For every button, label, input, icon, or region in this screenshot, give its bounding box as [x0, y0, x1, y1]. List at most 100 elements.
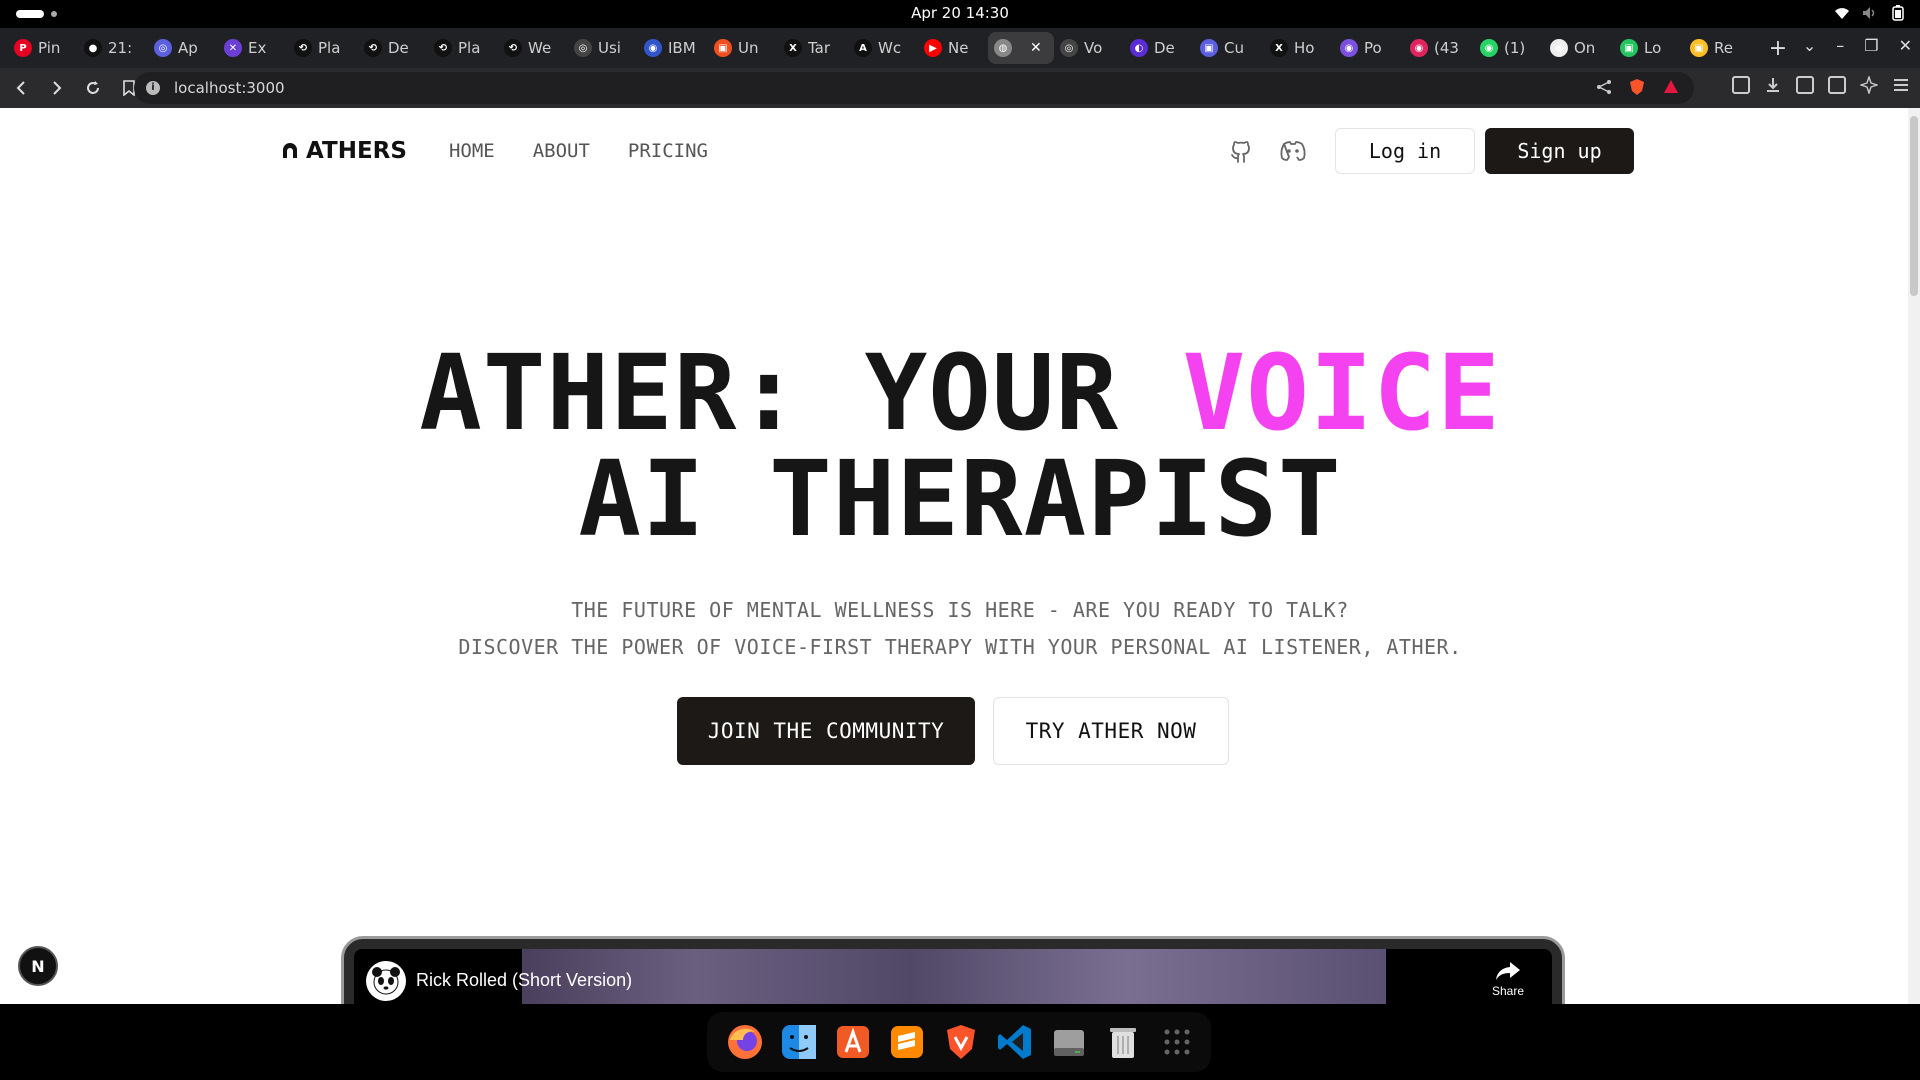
brave-shield-icon[interactable] — [1628, 78, 1646, 100]
system-tray[interactable] — [1834, 5, 1906, 21]
tab-favicon-icon: ◉ — [644, 39, 662, 57]
browser-tab[interactable]: ◎ Ap — [148, 32, 218, 64]
firefox-icon[interactable] — [723, 1020, 767, 1064]
close-tab-icon[interactable]: ✕ — [1030, 40, 1042, 56]
tab-favicon-icon: ▣ — [1200, 39, 1218, 57]
page-scrollbar[interactable] — [1908, 108, 1920, 1004]
trash-icon[interactable] — [1101, 1020, 1145, 1064]
sublime-icon[interactable] — [885, 1020, 929, 1064]
wallet-icon[interactable] — [1828, 76, 1846, 98]
close-window-icon[interactable]: ✕ — [1899, 36, 1912, 55]
browser-tab[interactable]: ▣ Re — [1684, 32, 1754, 64]
browser-tab[interactable]: ▶ Ne — [918, 32, 988, 64]
hero-sub-line2: DISCOVER THE POWER OF VOICE-FIRST THERAP… — [458, 635, 1462, 659]
browser-tab[interactable]: ▣ Lo — [1614, 32, 1684, 64]
browser-tab[interactable]: ⟲ Pla — [288, 32, 358, 64]
wifi-icon[interactable] — [1834, 5, 1850, 21]
tab-favicon-icon: ▣ — [714, 39, 732, 57]
login-button[interactable]: Log in — [1335, 128, 1475, 174]
tab-title: Vo — [1084, 39, 1103, 57]
browser-tab[interactable]: ◉ Po — [1334, 32, 1404, 64]
brand-logo[interactable]: ATHERS — [280, 138, 407, 164]
show-apps-icon[interactable] — [1155, 1020, 1199, 1064]
window-controls: ⌄ – ❐ ✕ — [1803, 36, 1912, 55]
tab-title: Ap — [178, 39, 198, 57]
hero-title: ATHER: YOUR VOICE AI THERAPIST — [0, 340, 1920, 552]
browser-tab[interactable]: ◍ ✕ — [988, 32, 1054, 64]
nav-about[interactable]: ABOUT — [533, 140, 590, 162]
sidebar-icon[interactable] — [1796, 76, 1814, 98]
github-icon[interactable] — [1221, 131, 1261, 171]
tab-favicon-icon: ◉ — [1340, 39, 1358, 57]
scrollbar-thumb[interactable] — [1910, 116, 1918, 296]
brave-rewards-icon[interactable] — [1662, 78, 1680, 100]
browser-tab[interactable]: ✕ Ex — [218, 32, 288, 64]
browser-tab[interactable]: ◉ On — [1544, 32, 1614, 64]
browser-tab[interactable]: ⟲ We — [498, 32, 568, 64]
tab-title: Usi — [598, 39, 621, 57]
hero-sub-line1: THE FUTURE OF MENTAL WELLNESS IS HERE - … — [571, 598, 1349, 622]
browser-tab[interactable]: ⟲ Pla — [428, 32, 498, 64]
tab-favicon-icon: ◐ — [1130, 39, 1148, 57]
browser-tab[interactable]: ◉ IBM — [638, 32, 708, 64]
site-info-icon[interactable]: i — [146, 81, 160, 95]
signup-button[interactable]: Sign up — [1485, 128, 1634, 174]
clock[interactable]: Apr 20 14:30 — [0, 4, 1920, 22]
share-icon[interactable] — [1596, 79, 1612, 99]
finder-icon[interactable] — [777, 1020, 821, 1064]
vscode-icon[interactable] — [993, 1020, 1037, 1064]
tab-title: Un — [738, 39, 759, 57]
browser-tab[interactable]: P Pin — [8, 32, 78, 64]
channel-avatar[interactable] — [366, 961, 406, 1001]
reload-icon[interactable] — [78, 73, 108, 103]
browser-tab[interactable]: ▣ Cu — [1194, 32, 1264, 64]
tab-search-icon[interactable]: ⌄ — [1803, 36, 1816, 55]
browser-tab[interactable]: ● 21: — [78, 32, 148, 64]
browser-tab[interactable]: ◐ De — [1124, 32, 1194, 64]
browser-tab[interactable]: X Tar — [778, 32, 848, 64]
tab-strip: P Pin ● 21: ◎ Ap ✕ Ex ⟲ Pla ⟲ De ⟲ Pla ⟲ We ◎ Usi ◉ IBM ▣ Un X… — [0, 28, 1920, 68]
address-bar[interactable]: i localhost:3000 — [134, 72, 1694, 104]
minimize-icon[interactable]: – — [1836, 36, 1844, 55]
back-icon[interactable] — [6, 73, 36, 103]
leo-ai-icon[interactable] — [1858, 74, 1880, 98]
browser-tab[interactable]: ⟲ De — [358, 32, 428, 64]
disk-utility-icon[interactable] — [1047, 1020, 1091, 1064]
tab-title: We — [528, 39, 552, 57]
tab-title: 21: — [108, 39, 133, 57]
maximize-icon[interactable]: ❐ — [1864, 36, 1878, 55]
join-community-button[interactable]: JOIN THE COMMUNITY — [677, 697, 975, 765]
tab-favicon-icon: ⟲ — [434, 39, 452, 57]
download-icon[interactable] — [1764, 76, 1782, 98]
browser-tab[interactable]: ◉ (1) — [1474, 32, 1544, 64]
discord-icon[interactable] — [1273, 131, 1313, 171]
main-nav: HOME ABOUT PRICING — [449, 140, 708, 162]
video-title[interactable]: Rick Rolled (Short Version) — [416, 970, 632, 991]
browser-tab[interactable]: X Ho — [1264, 32, 1334, 64]
try-ather-button[interactable]: TRY ATHER NOW — [993, 697, 1229, 765]
nav-pricing[interactable]: PRICING — [628, 140, 708, 162]
forward-icon[interactable] — [42, 73, 72, 103]
hero-title-line2: AI THERAPIST — [578, 438, 1342, 560]
menu-icon[interactable] — [1892, 76, 1910, 98]
browser-tab[interactable]: ◎ Vo — [1054, 32, 1124, 64]
video-thumbnail[interactable] — [522, 949, 1386, 1004]
youtube-player[interactable]: Rick Rolled (Short Version) Share — [354, 949, 1552, 1004]
new-tab-button[interactable]: + — [1758, 36, 1798, 61]
nextjs-dev-indicator[interactable]: N — [18, 946, 58, 986]
battery-icon[interactable] — [1890, 5, 1906, 21]
volume-icon[interactable] — [1862, 5, 1878, 21]
browser-tab[interactable]: A Wc — [848, 32, 918, 64]
browser-tab[interactable]: ◉ (43 — [1404, 32, 1474, 64]
video-share-label: Share — [1491, 984, 1524, 998]
tab-title: Wc — [878, 39, 902, 57]
dock-area — [0, 1004, 1920, 1080]
video-share-button[interactable]: Share — [1492, 961, 1524, 998]
app-store-icon[interactable] — [831, 1020, 875, 1064]
browser-tab[interactable]: ◎ Usi — [568, 32, 638, 64]
nav-home[interactable]: HOME — [449, 140, 495, 162]
brave-icon[interactable] — [939, 1020, 983, 1064]
browser-tab[interactable]: ▣ Un — [708, 32, 778, 64]
tab-favicon-icon: ◉ — [1410, 39, 1428, 57]
extensions-icon[interactable] — [1732, 76, 1750, 98]
